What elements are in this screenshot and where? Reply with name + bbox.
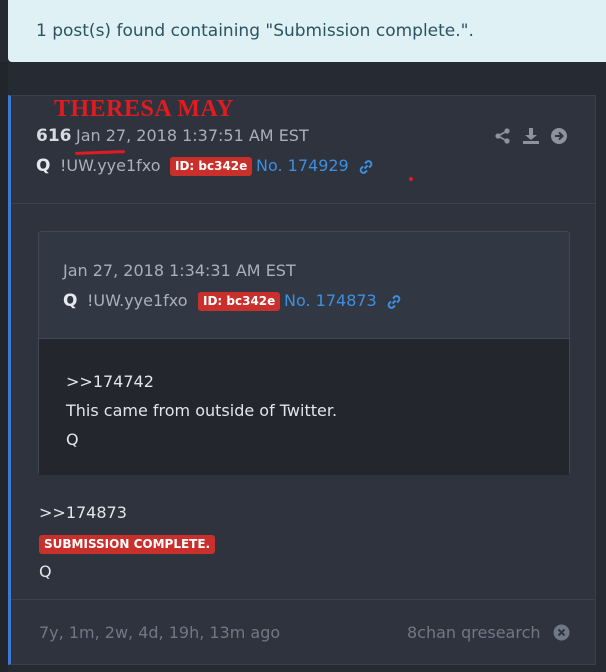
quoted-reply-ref[interactable]: >>174742 [66, 372, 154, 391]
link-icon[interactable] [358, 159, 374, 175]
search-result-banner: 1 post(s) found containing "Submission c… [8, 0, 606, 62]
quoted-post-author: Q [63, 291, 78, 311]
post-source: 8chan qresearch [407, 623, 541, 642]
arrow-right-circle-icon[interactable] [550, 127, 568, 145]
post-number-link-label[interactable]: No. 174929 [256, 156, 349, 175]
header-divider [11, 203, 595, 204]
post-tripcode: !UW.yye1fxo [60, 156, 161, 175]
post-toolbar [494, 127, 568, 145]
submission-complete-badge: SUBMISSION COMPLETE. [39, 535, 216, 554]
post-signature: Q [39, 562, 52, 581]
quoted-post-date: Jan 27, 2018 1:34:31 AM EST [63, 261, 296, 280]
post-author: Q [36, 156, 51, 176]
post-reply-ref[interactable]: >>174873 [39, 503, 127, 522]
annotation-overlay-text: THERESA MAY [54, 96, 234, 122]
download-icon[interactable] [522, 127, 540, 145]
annotation-dot [409, 177, 413, 181]
left-edge [0, 62, 8, 672]
quoted-signature: Q [66, 430, 79, 449]
post-id-badge: ID: bc342e [170, 157, 253, 176]
link-icon[interactable] [386, 294, 402, 310]
quoted-post-number-link[interactable]: No. 174873 [284, 291, 402, 310]
close-icon[interactable] [553, 624, 570, 641]
quoted-post-id-badge: ID: bc342e [198, 292, 281, 311]
post-number: 616 [36, 126, 72, 146]
post-age: 7y, 1m, 2w, 4d, 19h, 13m ago [39, 623, 281, 642]
post-date: Jan 27, 2018 1:37:51 AM EST [76, 126, 309, 145]
share-icon[interactable] [494, 127, 512, 145]
quoted-body-text: This came from outside of Twitter. [66, 401, 338, 420]
post-number-link[interactable]: No. 174929 [256, 156, 374, 175]
quoted-post-tripcode: !UW.yye1fxo [87, 291, 188, 310]
footer-divider [11, 599, 595, 600]
quoted-post-number-label[interactable]: No. 174873 [284, 291, 377, 310]
